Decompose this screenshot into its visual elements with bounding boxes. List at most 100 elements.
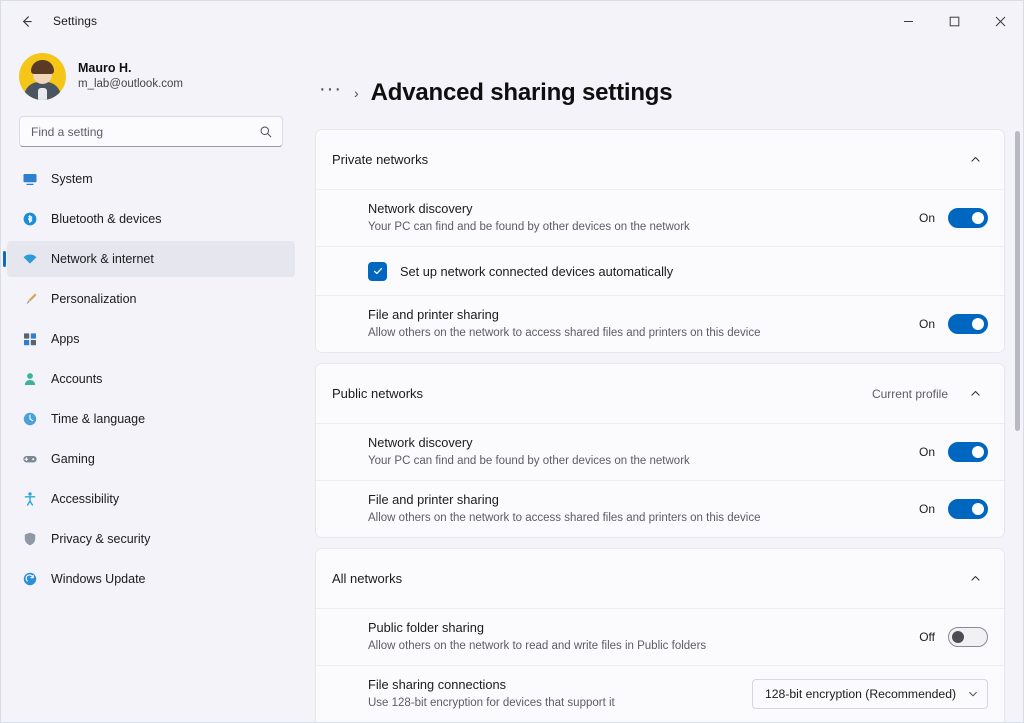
- row-title: Network discovery: [368, 201, 917, 216]
- avatar-collar: [38, 88, 47, 100]
- row-control: On: [917, 442, 988, 462]
- sidebar-item-label: Accounts: [51, 372, 102, 386]
- row-title: File and printer sharing: [368, 307, 917, 322]
- row-text: Network discovery Your PC can find and b…: [368, 191, 917, 246]
- close-button[interactable]: [977, 1, 1023, 41]
- minimize-button[interactable]: [885, 1, 931, 41]
- network-icon: [17, 251, 43, 267]
- chevron-up-icon[interactable]: [962, 381, 988, 407]
- account-email: m_lab@outlook.com: [78, 77, 183, 93]
- back-arrow-icon: [19, 14, 34, 29]
- sidebar-item-apps[interactable]: Apps: [7, 321, 295, 357]
- page-title: Advanced sharing settings: [371, 79, 673, 107]
- sidebar-item-windows-update[interactable]: Windows Update: [7, 561, 295, 597]
- shield-icon: [17, 531, 43, 547]
- minimize-icon: [903, 16, 914, 27]
- content-scrollbar[interactable]: [1015, 47, 1020, 716]
- app-title: Settings: [53, 14, 97, 28]
- sidebar-item-label: Windows Update: [51, 572, 146, 586]
- row-text: Public folder sharing Allow others on th…: [368, 610, 917, 665]
- private-network-discovery-toggle[interactable]: [948, 208, 988, 228]
- avatar-hair: [31, 60, 54, 74]
- file-sharing-encryption-dropdown[interactable]: 128-bit encryption (Recommended): [752, 679, 988, 709]
- sidebar-item-label: Time & language: [51, 412, 145, 426]
- checkmark-icon: [372, 265, 384, 277]
- chevron-up-icon[interactable]: [962, 147, 988, 173]
- toggle-knob: [972, 212, 984, 224]
- row-subtitle: Allow others on the network to access sh…: [368, 510, 917, 527]
- public-file-printer-sharing-toggle[interactable]: [948, 499, 988, 519]
- row-title: File and printer sharing: [368, 492, 917, 507]
- sidebar-item-label: Network & internet: [51, 252, 154, 266]
- section-public-networks: Public networks Current profile Network …: [315, 363, 1005, 538]
- search-wrapper: [1, 114, 301, 161]
- toggle-state-label: On: [917, 317, 935, 331]
- sidebar-item-label: Gaming: [51, 452, 95, 466]
- maximize-button[interactable]: [931, 1, 977, 41]
- title-bar: Settings: [1, 1, 1023, 41]
- breadcrumb-separator: ›: [354, 85, 359, 101]
- private-file-printer-sharing-toggle[interactable]: [948, 314, 988, 334]
- accessibility-icon: [17, 491, 43, 507]
- toggle-state-label: Off: [917, 630, 935, 644]
- sidebar-item-accounts[interactable]: Accounts: [7, 361, 295, 397]
- row-auto-setup-devices[interactable]: Set up network connected devices automat…: [316, 246, 1004, 295]
- globe-clock-icon: [17, 411, 43, 427]
- sidebar-item-network-internet[interactable]: Network & internet: [7, 241, 295, 277]
- sidebar-item-label: Accessibility: [51, 492, 119, 506]
- sidebar-item-label: Personalization: [51, 292, 136, 306]
- chevron-down-icon: [967, 688, 979, 700]
- row-subtitle: Allow others on the network to read and …: [368, 638, 917, 655]
- row-control: On: [917, 208, 988, 228]
- sidebar-item-time-language[interactable]: Time & language: [7, 401, 295, 437]
- toggle-knob: [972, 446, 984, 458]
- sidebar-nav: System Bluetooth & devices: [1, 161, 301, 601]
- sidebar-item-label: System: [51, 172, 93, 186]
- public-networks-header[interactable]: Public networks Current profile: [316, 364, 1004, 423]
- account-name: Mauro H.: [78, 60, 183, 77]
- public-network-discovery-toggle[interactable]: [948, 442, 988, 462]
- close-icon: [995, 16, 1006, 27]
- search-input[interactable]: [31, 125, 259, 139]
- breadcrumb-overflow-button[interactable]: ···: [319, 79, 342, 107]
- row-private-file-printer-sharing: File and printer sharing Allow others on…: [316, 295, 1004, 352]
- back-button[interactable]: [9, 6, 43, 36]
- section-private-networks: Private networks Network discovery Your …: [315, 129, 1005, 353]
- public-folder-sharing-toggle[interactable]: [948, 627, 988, 647]
- row-subtitle: Your PC can find and be found by other d…: [368, 453, 917, 470]
- bluetooth-icon: [17, 211, 43, 227]
- account-tile[interactable]: Mauro H. m_lab@outlook.com: [1, 41, 301, 114]
- row-control: Off: [917, 627, 988, 647]
- toggle-state-label: On: [917, 502, 935, 516]
- sidebar: Mauro H. m_lab@outlook.com: [1, 41, 301, 722]
- private-networks-header[interactable]: Private networks: [316, 130, 1004, 189]
- row-text: Network discovery Your PC can find and b…: [368, 425, 917, 480]
- sidebar-item-privacy-security[interactable]: Privacy & security: [7, 521, 295, 557]
- dropdown-selected-value: 128-bit encryption (Recommended): [765, 687, 959, 701]
- all-networks-header[interactable]: All networks: [316, 549, 1004, 608]
- toggle-knob: [972, 503, 984, 515]
- current-profile-label: Current profile: [872, 387, 948, 401]
- settings-cards: Private networks Network discovery Your …: [313, 129, 1005, 722]
- scrollbar-thumb[interactable]: [1015, 131, 1020, 431]
- maximize-icon: [949, 16, 960, 27]
- sidebar-item-system[interactable]: System: [7, 161, 295, 197]
- row-subtitle: Your PC can find and be found by other d…: [368, 219, 917, 236]
- row-control: On: [917, 499, 988, 519]
- row-file-sharing-connections: File sharing connections Use 128-bit enc…: [316, 665, 1004, 722]
- paintbrush-icon: [17, 291, 43, 307]
- sidebar-item-accessibility[interactable]: Accessibility: [7, 481, 295, 517]
- sidebar-item-gaming[interactable]: Gaming: [7, 441, 295, 477]
- chevron-up-icon[interactable]: [962, 566, 988, 592]
- sidebar-item-bluetooth-devices[interactable]: Bluetooth & devices: [7, 201, 295, 237]
- auto-setup-checkbox[interactable]: [368, 262, 387, 281]
- public-networks-title: Public networks: [332, 386, 872, 401]
- row-public-file-printer-sharing: File and printer sharing Allow others on…: [316, 480, 1004, 537]
- window-body: Mauro H. m_lab@outlook.com: [1, 41, 1023, 722]
- row-text: File and printer sharing Allow others on…: [368, 297, 917, 352]
- toggle-knob: [952, 631, 964, 643]
- settings-window: Settings: [0, 0, 1024, 723]
- search-box[interactable]: [19, 116, 283, 147]
- toggle-state-label: On: [917, 211, 935, 225]
- sidebar-item-personalization[interactable]: Personalization: [7, 281, 295, 317]
